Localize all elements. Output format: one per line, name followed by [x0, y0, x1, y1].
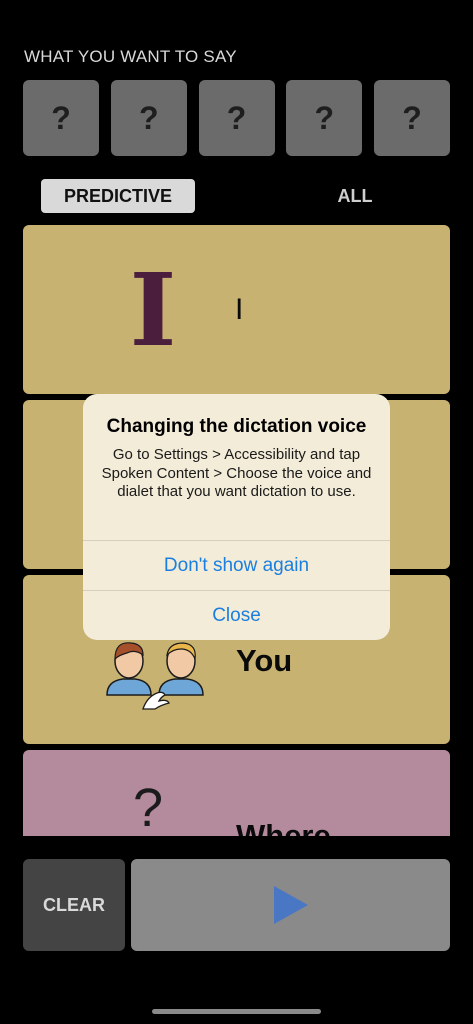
question-mark-symbol: ? — [133, 778, 164, 836]
sentence-slot-3[interactable]: ? — [198, 80, 275, 156]
home-indicator[interactable] — [152, 1009, 321, 1014]
word-card-label: I — [235, 293, 244, 326]
letter-i-symbol: I — [129, 251, 177, 369]
clear-button[interactable]: CLEAR — [23, 859, 125, 951]
two-people-talking-icon — [106, 642, 204, 710]
dictation-voice-alert: Changing the dictation voice Go to Setti… — [83, 394, 390, 640]
close-button[interactable]: Close — [83, 591, 390, 640]
sentence-slot-1[interactable]: ? — [23, 80, 99, 156]
word-card-label: Where — [236, 818, 331, 836]
play-button[interactable] — [131, 859, 450, 951]
word-card-label: You — [236, 643, 293, 678]
play-icon — [273, 886, 308, 924]
tab-all[interactable]: ALL — [300, 179, 410, 213]
alert-message: Go to Settings > Accessibility and tap S… — [101, 446, 372, 500]
dont-show-again-button[interactable]: Don't show again — [83, 541, 390, 591]
sentence-slot-2[interactable]: ? — [110, 80, 187, 156]
sentence-slot-5[interactable]: ? — [374, 80, 450, 156]
alert-title: Changing the dictation voice — [106, 416, 367, 437]
tab-predictive[interactable]: PREDICTIVE — [41, 179, 195, 213]
sentence-header-label: WHAT YOU WANT TO SAY — [24, 47, 237, 66]
word-card-where[interactable]: ? Where — [23, 750, 450, 836]
word-card-i[interactable]: I I — [23, 225, 450, 394]
sentence-slots: ? ? ? ? ? — [23, 80, 450, 156]
sentence-slot-4[interactable]: ? — [286, 80, 363, 156]
